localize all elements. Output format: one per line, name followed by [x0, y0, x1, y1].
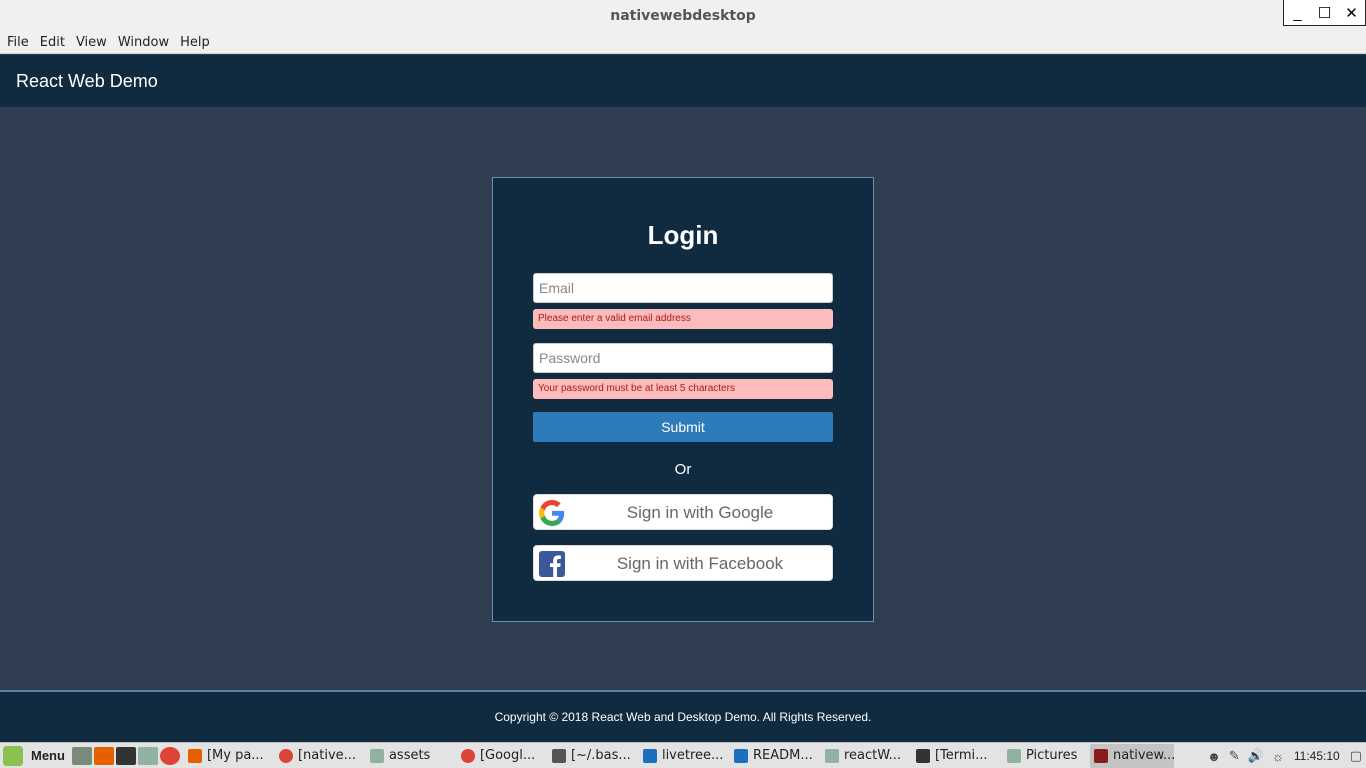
- close-button[interactable]: ✕: [1338, 0, 1365, 26]
- user-icon[interactable]: ☻: [1207, 749, 1221, 764]
- folder-icon: [369, 748, 384, 763]
- menu-view[interactable]: View: [72, 35, 111, 50]
- email-input[interactable]: [533, 273, 833, 303]
- editor-icon: [551, 748, 566, 763]
- chrome-icon[interactable]: [159, 746, 180, 765]
- facebook-icon: [539, 551, 565, 577]
- google-signin-button[interactable]: Sign in with Google: [533, 494, 833, 530]
- window-titlebar: nativewebdesktop _ ☐ ✕: [0, 0, 1366, 32]
- firefox-icon[interactable]: [93, 746, 114, 765]
- taskbar-item[interactable]: assets: [366, 744, 454, 768]
- vscode-icon: [733, 748, 748, 763]
- facebook-signin-button[interactable]: Sign in with Facebook: [533, 545, 833, 581]
- app-window-icon: [1093, 748, 1108, 763]
- taskbar-item[interactable]: [Termi...: [912, 744, 1000, 768]
- login-title: Login: [647, 220, 719, 250]
- terminal-icon[interactable]: [115, 746, 136, 765]
- copyright-text: Copyright © 2018 React Web and Desktop D…: [494, 710, 872, 724]
- maximize-button[interactable]: ☐: [1311, 0, 1338, 26]
- submit-button[interactable]: Submit: [533, 412, 833, 442]
- folder-icon: [1006, 748, 1021, 763]
- chrome-icon: [460, 748, 475, 763]
- menu-file[interactable]: File: [3, 35, 33, 50]
- or-divider: Or: [674, 461, 692, 478]
- show-desktop-icon[interactable]: [71, 746, 92, 765]
- app-footer: Copyright © 2018 React Web and Desktop D…: [0, 690, 1366, 742]
- network-icon[interactable]: ✎: [1229, 748, 1240, 764]
- password-error: Your password must be at least 5 charact…: [533, 379, 833, 399]
- app-header: React Web Demo: [0, 55, 1366, 107]
- taskbar-item[interactable]: livetree...: [639, 744, 727, 768]
- firefox-icon: [187, 748, 202, 763]
- files-icon[interactable]: [137, 746, 158, 765]
- taskbar-item[interactable]: READM...: [730, 744, 818, 768]
- login-card: Login Please enter a valid email address…: [492, 177, 874, 622]
- start-menu-label: Menu: [31, 748, 65, 763]
- taskbar-item[interactable]: reactW...: [821, 744, 909, 768]
- taskbar-item[interactable]: [My pa...: [184, 744, 272, 768]
- email-error: Please enter a valid email address: [533, 309, 833, 329]
- system-tray: ☻ ✎ 🔊 ☼ 11:45:10 ▢: [1197, 743, 1366, 768]
- window-controls: _ ☐ ✕: [1283, 0, 1366, 26]
- vscode-icon: [642, 748, 657, 763]
- app-brand[interactable]: React Web Demo: [16, 71, 158, 92]
- taskbar-item[interactable]: Pictures: [1003, 744, 1087, 768]
- menu-window[interactable]: Window: [114, 35, 173, 50]
- menu-help[interactable]: Help: [176, 35, 214, 50]
- mint-logo-icon: [3, 745, 23, 766]
- minimize-button[interactable]: _: [1284, 0, 1311, 26]
- start-menu-button[interactable]: Menu: [0, 745, 65, 766]
- google-signin-label: Sign in with Google: [626, 503, 774, 522]
- taskbar: Menu [My pa... [native... assets [Googl.…: [0, 742, 1366, 768]
- taskbar-item-active[interactable]: nativew...: [1089, 743, 1175, 768]
- google-icon: [539, 500, 565, 526]
- taskbar-item[interactable]: [native...: [275, 744, 363, 768]
- volume-icon[interactable]: 🔊: [1248, 748, 1264, 764]
- facebook-signin-label: Sign in with Facebook: [616, 554, 784, 573]
- terminal-icon: [915, 748, 930, 763]
- folder-icon: [824, 748, 839, 763]
- notifications-icon[interactable]: ▢: [1350, 748, 1362, 764]
- menubar: File Edit View Window Help: [0, 32, 1366, 54]
- chrome-icon: [278, 748, 293, 763]
- brightness-icon[interactable]: ☼: [1272, 749, 1284, 764]
- taskbar-item[interactable]: [~/.bas...: [548, 744, 636, 768]
- password-input[interactable]: [533, 343, 833, 373]
- clock[interactable]: 11:45:10: [1294, 749, 1340, 763]
- taskbar-item[interactable]: [Googl...: [457, 744, 545, 768]
- window-title: nativewebdesktop: [610, 8, 756, 24]
- menu-edit[interactable]: Edit: [36, 35, 69, 50]
